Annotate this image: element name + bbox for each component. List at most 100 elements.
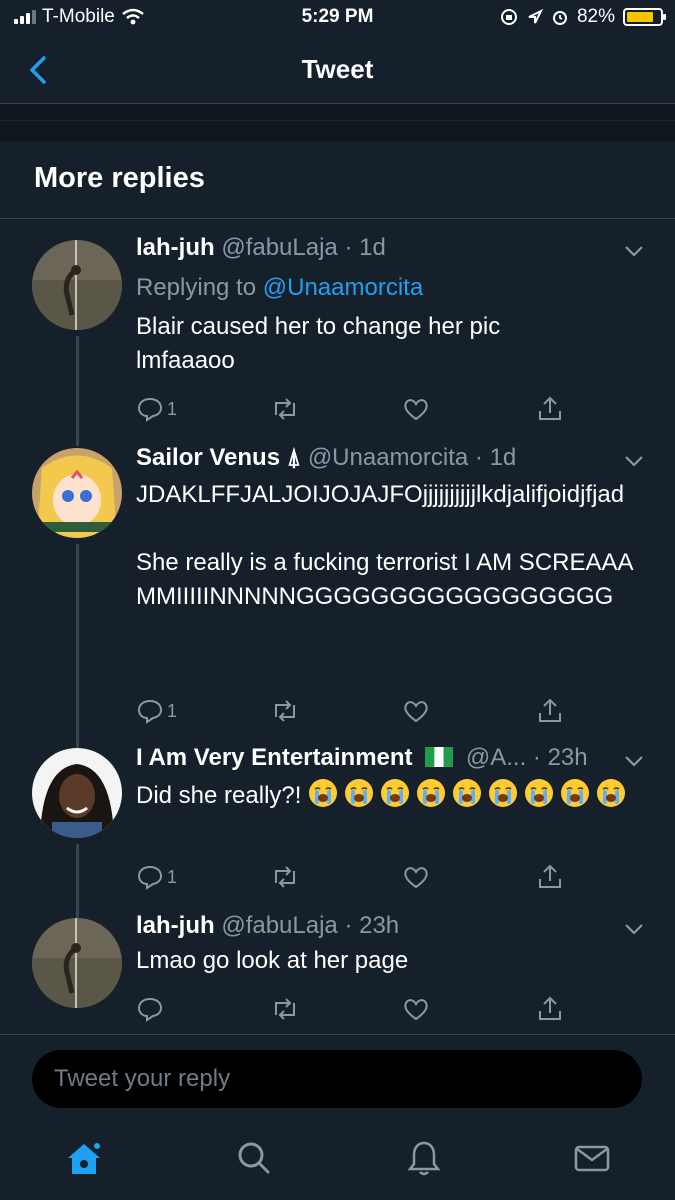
loudly-crying-face-icon — [453, 779, 482, 807]
like-button[interactable] — [402, 862, 430, 892]
reply-button[interactable]: 1 — [136, 394, 177, 424]
loudly-crying-face-icon — [417, 779, 446, 807]
loudly-crying-face-icon — [525, 779, 554, 807]
alarm-icon — [552, 11, 567, 25]
retweet-icon — [275, 866, 295, 888]
reply-button[interactable]: 1 — [136, 862, 177, 892]
avatar[interactable] — [32, 748, 122, 838]
tweet-header: lah-juh @fabuLaja · 23h — [136, 912, 400, 939]
share-button[interactable] — [536, 394, 564, 424]
page-title: Tweet — [301, 54, 374, 84]
reply-tweet[interactable]: I Am Very Entertainment @A... · 23h Did … — [0, 738, 675, 906]
retweet-icon — [275, 700, 295, 722]
replying-to: Replying to @Unaamorcita — [136, 274, 423, 302]
reply-icon — [137, 699, 163, 724]
reply-tweet[interactable]: Sailor Venus ⍋ @Unaamorcita · 1d JDAKLFF… — [0, 428, 675, 738]
loudly-crying-face-icon — [309, 779, 338, 807]
replying-to-mention[interactable]: @Unaamorcita — [263, 274, 423, 301]
handle[interactable]: @fabuLaja — [221, 912, 337, 939]
tweet-text: Lmao go look at her page — [136, 947, 409, 974]
tweet-actions: 1 — [136, 696, 576, 726]
retweet-button[interactable] — [270, 696, 300, 726]
tab-bar — [0, 1120, 675, 1200]
thread-line — [76, 906, 79, 918]
handle[interactable]: @fabuLaja — [221, 234, 337, 261]
like-icon — [404, 701, 428, 723]
reply-tweet[interactable]: lah-juh @fabuLaja · 23h Lmao go look at … — [0, 906, 675, 1034]
timestamp: 23h — [359, 912, 400, 939]
share-icon — [539, 396, 561, 420]
avatar[interactable] — [32, 918, 122, 1008]
share-icon — [539, 698, 561, 722]
handle[interactable]: @A... — [466, 744, 526, 771]
tweet-text: Blair caused her to change her pic lmfaa… — [136, 313, 501, 374]
display-name[interactable]: lah-juh — [136, 912, 215, 939]
timestamp: 23h — [547, 744, 588, 771]
loudly-crying-face-icon — [489, 779, 518, 807]
reply-count: 1 — [167, 866, 178, 887]
name-badge: ⍋ — [286, 444, 302, 471]
loudly-crying-face-icon — [597, 779, 626, 807]
search-icon[interactable] — [234, 1138, 274, 1178]
reply-icon — [137, 865, 163, 890]
loudly-crying-face-icon — [345, 779, 374, 807]
status-bar: T-Mobile 5:29 PM 82% — [0, 0, 675, 36]
divider — [0, 1034, 675, 1035]
share-icon — [539, 864, 561, 888]
messages-icon[interactable] — [572, 1138, 612, 1178]
tweet-header: Sailor Venus ⍋ @Unaamorcita · 1d — [136, 444, 517, 471]
location-icon — [528, 9, 543, 24]
tweet-actions: 1 — [136, 394, 576, 424]
reply-input[interactable]: Tweet your reply — [32, 1050, 642, 1108]
thread-line — [76, 544, 79, 738]
reply-count: 1 — [167, 700, 178, 721]
retweet-button[interactable] — [270, 394, 300, 424]
reply-button[interactable]: 1 — [136, 696, 177, 726]
like-icon — [404, 399, 428, 421]
display-name[interactable]: I Am Very Entertainment — [136, 744, 413, 771]
avatar[interactable] — [32, 448, 122, 538]
thread-line — [76, 738, 79, 748]
share-button[interactable] — [536, 862, 564, 892]
thread-line — [76, 844, 79, 906]
retweet-button[interactable] — [270, 862, 300, 892]
battery-fill — [627, 12, 654, 22]
tweet-header: lah-juh @fabuLaja · 1d — [136, 234, 386, 261]
timestamp: 1d — [359, 234, 386, 261]
share-button[interactable] — [536, 994, 564, 1024]
caret-down-icon[interactable] — [623, 754, 645, 768]
avatar[interactable] — [32, 240, 122, 330]
share-icon — [539, 996, 561, 1020]
reply-count: 1 — [167, 398, 178, 419]
notifications-icon[interactable] — [404, 1138, 444, 1178]
home-icon[interactable] — [64, 1138, 104, 1178]
nigeria-flag-icon — [425, 747, 454, 767]
like-button[interactable] — [402, 394, 430, 424]
loudly-crying-face-icon — [381, 779, 410, 807]
like-button[interactable] — [402, 994, 430, 1024]
retweet-button[interactable] — [270, 994, 300, 1024]
tweet-text-container: Did she really?! — [136, 778, 646, 813]
caret-down-icon[interactable] — [623, 244, 645, 258]
caret-down-icon[interactable] — [623, 922, 645, 936]
display-name[interactable]: Sailor Venus — [136, 444, 280, 471]
reply-button[interactable] — [136, 994, 167, 1024]
section-title: More replies — [34, 162, 205, 194]
caret-down-icon[interactable] — [623, 454, 645, 468]
nav-bar: Tweet — [0, 36, 675, 104]
thread-line — [76, 428, 79, 446]
more-replies-header: More replies — [0, 142, 675, 219]
reply-icon — [137, 397, 163, 422]
retweet-icon — [275, 998, 295, 1020]
thread-line — [76, 336, 79, 428]
reply-placeholder: Tweet your reply — [54, 1065, 231, 1092]
screen-rotation-lock-icon — [500, 9, 517, 25]
tweet-actions — [136, 994, 576, 1024]
display-name[interactable]: lah-juh — [136, 234, 215, 261]
reply-tweet[interactable]: lah-juh @fabuLaja · 1d Replying to @Unaa… — [0, 220, 675, 428]
like-button[interactable] — [402, 696, 430, 726]
replying-prefix: Replying to — [136, 274, 257, 301]
share-button[interactable] — [536, 696, 564, 726]
reply-icon — [137, 997, 163, 1022]
handle[interactable]: @Unaamorcita — [308, 444, 468, 471]
